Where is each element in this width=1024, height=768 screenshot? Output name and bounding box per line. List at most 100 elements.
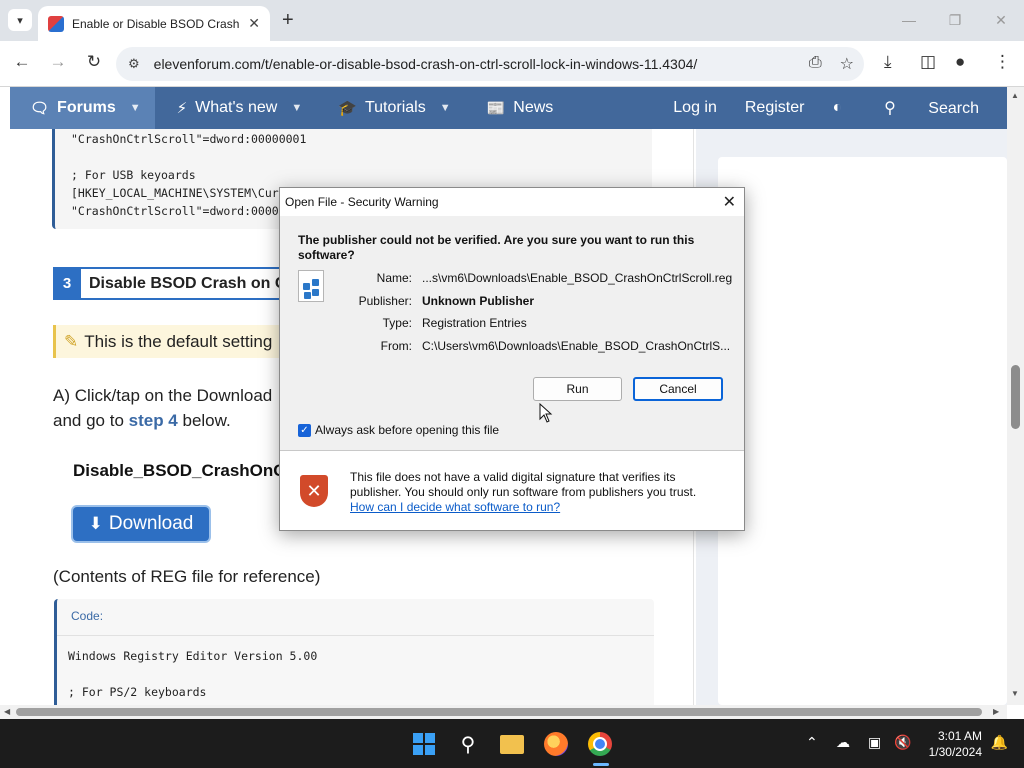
url-text: elevenforum.com/t/enable-or-disable-bsod… [153, 56, 698, 72]
active-app-indicator [593, 763, 609, 766]
network-icon[interactable]: ▣ [868, 734, 881, 751]
cancel-button[interactable]: Cancel [633, 377, 723, 401]
system-clock[interactable]: 3:01 AM 1/30/2024 [929, 728, 982, 760]
name-label: Name: [376, 271, 412, 285]
side-panel-icon[interactable]: ◫ [920, 52, 936, 72]
nav-whats-new-label: What's new [195, 99, 278, 116]
browser-toolbar: ← → ↻ ⚙ elevenforum.com/t/enable-or-disa… [0, 41, 1024, 87]
horizontal-scrollbar[interactable]: ◀ ▶ [0, 705, 1007, 719]
nav-forums[interactable]: 🗨 Forums ▼ [10, 87, 155, 129]
code-line: ; For PS/2 keyboards [68, 685, 207, 699]
back-icon[interactable]: ← [10, 52, 34, 72]
graduation-cap-icon: 🎓 [338, 100, 357, 117]
run-button[interactable]: Run [533, 377, 622, 401]
notification-bell-icon[interactable]: 🔔 [991, 734, 1008, 751]
code-line: [HKEY_LOCAL_MACHINE\SYSTEM\Cur [71, 186, 279, 200]
folder-icon [500, 734, 524, 754]
dialog-titlebar[interactable]: Open File - Security Warning ✕ [280, 188, 744, 216]
download-button[interactable]: ⬇ Download [73, 507, 209, 541]
file-explorer-app[interactable] [495, 727, 529, 761]
forums-chat-icon: 🗨 [30, 100, 50, 117]
show-hidden-icons-icon[interactable]: ⌃ [806, 734, 818, 751]
publisher-value: Unknown Publisher [422, 294, 535, 308]
address-bar[interactable]: ⚙ elevenforum.com/t/enable-or-disable-bs… [116, 47, 864, 81]
code-label: Code: [71, 609, 104, 623]
install-app-icon[interactable]: ⎙ [809, 54, 822, 74]
security-warning-dialog: Open File - Security Warning ✕ The publi… [279, 187, 745, 531]
downloads-icon[interactable]: ⤓ [884, 52, 892, 72]
scroll-right-icon[interactable]: ▶ [993, 707, 999, 716]
always-ask-label[interactable]: Always ask before opening this file [315, 423, 499, 437]
nav-whats-new[interactable]: ⚡ What's new ▼ [155, 87, 317, 129]
firefox-app[interactable] [539, 727, 573, 761]
chrome-app[interactable] [583, 727, 617, 761]
minimize-icon[interactable]: — [886, 0, 932, 40]
new-tab-icon[interactable]: + [282, 10, 294, 30]
scroll-thumb[interactable] [16, 708, 982, 716]
forward-icon[interactable]: → [46, 52, 70, 72]
dialog-title: Open File - Security Warning [285, 195, 439, 209]
publisher-label: Publisher: [358, 294, 412, 308]
newspaper-icon: 📰 [486, 100, 506, 117]
code-block: Code: Windows Registry Editor Version 5.… [54, 599, 654, 705]
window-close-icon[interactable]: ✕ [978, 0, 1024, 40]
register-link[interactable]: Register [731, 99, 819, 117]
download-label: Download [108, 513, 194, 534]
search-icon: ⚲ [460, 733, 476, 756]
browser-tab-active[interactable]: Enable or Disable BSOD Crash o ✕ [38, 6, 270, 41]
always-ask-checkbox-row[interactable]: ✓ Always ask before opening this file [298, 423, 499, 437]
theme-toggle-icon[interactable]: ◐ [818, 99, 856, 117]
nav-search-label: Search [928, 100, 979, 117]
tab-search-icon[interactable]: ▾ [8, 9, 32, 31]
from-value: C:\Users\vm6\Downloads\Enable_BSOD_Crash… [422, 339, 731, 353]
dialog-footer: ✕ This file does not have a valid digita… [280, 451, 744, 530]
browser-menu-icon[interactable]: ⋮ [994, 52, 1011, 72]
scroll-down-icon[interactable]: ▼ [1011, 689, 1019, 698]
scroll-left-icon[interactable]: ◀ [4, 707, 10, 716]
contents-note: (Contents of REG file for reference) [53, 567, 321, 586]
nav-search[interactable]: ⚲ Search [856, 98, 1007, 118]
step-4-link[interactable]: step 4 [129, 411, 178, 430]
chrome-icon [588, 732, 612, 756]
site-info-icon[interactable]: ⚙ [128, 56, 140, 72]
onedrive-cloud-icon[interactable]: ☁ [836, 734, 850, 751]
login-link[interactable]: Log in [659, 99, 731, 117]
name-value: ...s\vm6\Downloads\Enable_BSOD_CrashOnCt… [422, 271, 733, 285]
code-line: "CrashOnCtrlScroll"=dword:0000 [71, 204, 279, 218]
note-text: This is the default setting [84, 331, 273, 351]
instruction-text: and go to [53, 411, 129, 430]
volume-muted-icon[interactable]: 🔇 [894, 734, 911, 751]
download-icon: ⬇ [88, 514, 103, 533]
reload-icon[interactable]: ↻ [82, 52, 106, 72]
bookmark-star-icon[interactable]: ☆ [840, 54, 854, 74]
tab-close-icon[interactable]: ✕ [248, 15, 260, 32]
footer-warning-text: This file does not have a valid digital … [350, 470, 697, 499]
site-favicon-icon [48, 15, 64, 32]
dialog-close-icon[interactable]: ✕ [723, 192, 736, 212]
start-button[interactable] [407, 727, 441, 761]
file-heading: Disable_BSOD_CrashOnC [73, 461, 286, 480]
clock-date: 1/30/2024 [928, 745, 982, 759]
nav-tutorials[interactable]: 🎓 Tutorials ▼ [316, 87, 464, 129]
profile-avatar-icon[interactable]: ● [955, 52, 965, 72]
checkbox-checked-icon[interactable]: ✓ [298, 423, 311, 437]
nav-forums-label: Forums [57, 99, 116, 116]
chevron-down-icon[interactable]: ▼ [291, 102, 302, 114]
taskbar-search[interactable]: ⚲ [451, 727, 485, 761]
code-divider [57, 635, 654, 636]
search-icon: ⚲ [884, 100, 896, 117]
restore-icon[interactable]: ❐ [932, 0, 978, 40]
scroll-up-icon[interactable]: ▲ [1011, 91, 1019, 100]
instruction-text: below. [177, 411, 231, 430]
chevron-down-icon[interactable]: ▼ [440, 102, 451, 114]
code-line: ; For USB keyoards [71, 168, 196, 182]
scroll-thumb[interactable] [1011, 365, 1020, 429]
help-link[interactable]: How can I decide what software to run? [350, 500, 560, 514]
chevron-down-icon[interactable]: ▼ [130, 102, 141, 114]
instruction-line-2: and go to step 4 below. [53, 411, 231, 431]
step-title: Disable BSOD Crash on Ct [89, 274, 292, 292]
nav-news[interactable]: 📰 News [465, 87, 568, 129]
mouse-cursor-icon [539, 403, 553, 423]
vertical-scrollbar[interactable]: ▲ ▼ [1007, 87, 1024, 705]
clock-time: 3:01 AM [937, 729, 982, 743]
